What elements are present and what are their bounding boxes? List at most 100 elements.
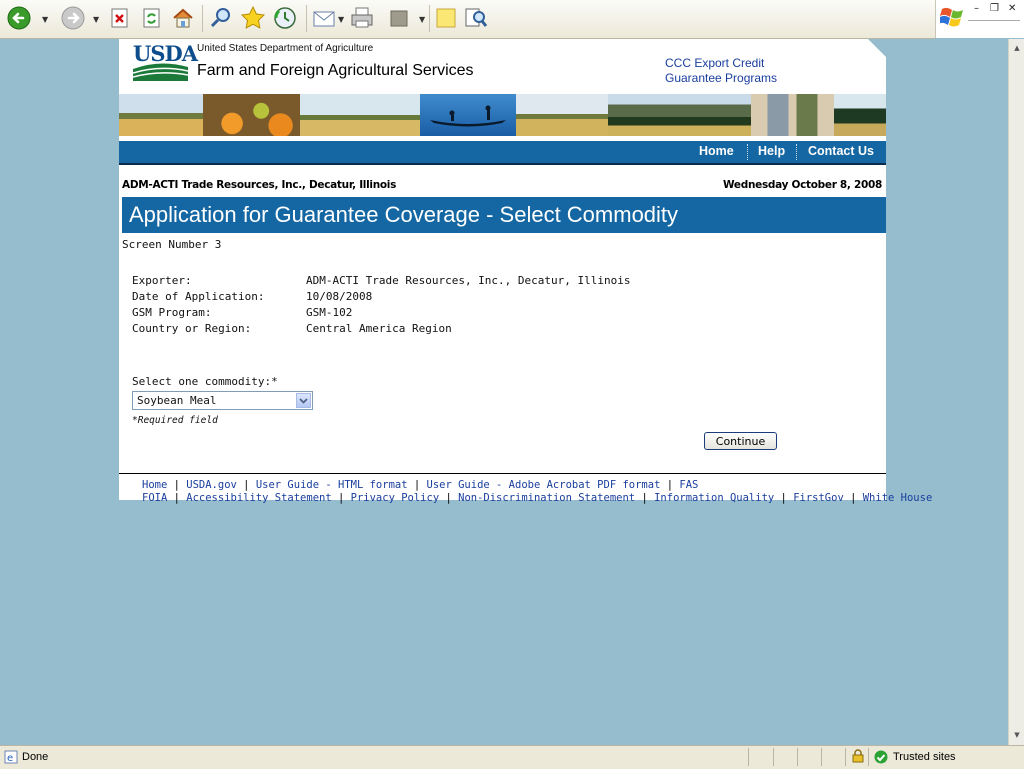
mail-icon [313,11,335,27]
site-title: Farm and Foreign Agricultural Services [197,62,474,79]
exporter-context: ADM-ACTI Trade Resources, Inc., Decatur,… [122,179,397,191]
application-date-label: Date of Application: [132,290,265,303]
screen-number: Screen Number 3 [122,238,222,251]
application-date-value: 10/08/2008 [306,290,373,303]
usda-logo[interactable]: USDA [133,41,198,81]
banner-photo-fruit [203,94,300,136]
stop-button[interactable] [107,5,133,31]
printer-icon [351,7,373,28]
windows-flag-icon [940,7,963,27]
footer-accessibility-link[interactable]: Accessibility Statement [186,492,331,504]
stop-icon [111,8,128,28]
footer-whitehouse-link[interactable]: White House [863,492,933,504]
site-header: USDA United States Department of Agricul… [119,39,886,94]
forward-arrow-icon [61,6,85,30]
page-container: USDA United States Department of Agricul… [119,39,932,504]
page-title: Application for Guarantee Coverage - Sel… [129,202,679,227]
header-corner-cut [868,39,886,57]
banner-photo-forest [834,94,886,136]
print-button[interactable] [350,5,376,31]
history-icon [274,7,296,29]
footer-nondiscrimination-link[interactable]: Non-Discrimination Statement [458,492,635,504]
page-title-bar: Application for Guarantee Coverage - Sel… [122,197,886,233]
forward-dropdown-icon[interactable]: ▼ [93,15,99,24]
discuss-button[interactable] [433,5,459,31]
ccc-programs-link[interactable]: CCC Export Credit Guarantee Programs [665,56,777,86]
current-date: Wednesday October 8, 2008 [723,179,882,191]
edit-page-icon [390,10,408,27]
close-icon[interactable]: ✕ [1008,3,1016,14]
back-arrow-icon [7,6,31,30]
refresh-icon [143,8,160,28]
edit-button[interactable] [386,5,412,31]
scroll-down-icon[interactable]: ▼ [1010,728,1024,742]
edit-dropdown-icon[interactable]: ▼ [419,15,425,24]
footer-info-quality-link[interactable]: Information Quality [654,492,774,504]
department-name: United States Department of Agriculture [197,43,374,54]
note-icon [436,8,456,28]
chevron-down-icon [299,397,308,404]
trusted-check-icon [874,750,888,764]
scroll-up-icon[interactable]: ▲ [1010,41,1024,55]
restore-icon[interactable]: ❐ [990,3,999,14]
canoe-icon [430,105,506,127]
nav-contact-link[interactable]: Contact Us [808,144,874,158]
footer-links-row2: FOIA | Accessibility Statement | Privacy… [142,492,933,504]
forward-button[interactable] [60,5,86,31]
footer-divider [119,473,886,474]
refresh-button[interactable] [139,5,165,31]
search-button[interactable] [208,5,234,31]
status-bar: e Done Trusted sites [0,745,1024,769]
commodity-selected-value: Soybean Meal [137,394,217,407]
banner-photo-farmland [516,94,598,136]
nav-home-link[interactable]: Home [699,144,734,158]
back-button[interactable] [6,5,32,31]
footer-home-link[interactable]: Home [142,479,167,491]
back-dropdown-icon[interactable]: ▼ [42,15,48,24]
nav-bar: Home Help Contact Us [119,141,886,165]
mail-button[interactable] [312,5,338,31]
exporter-label: Exporter: [132,274,192,287]
star-icon [240,5,266,29]
footer-privacy-link[interactable]: Privacy Policy [351,492,440,504]
banner-photo-plain [300,94,420,136]
windows-logo-area: – ❐ ✕ [935,0,1024,38]
history-button[interactable] [272,5,298,31]
minimize-icon[interactable]: – [974,3,979,14]
home-button[interactable] [170,5,196,31]
photo-banner [119,94,886,136]
footer-user-guide-html-link[interactable]: User Guide - HTML format [256,479,408,491]
mail-dropdown-icon[interactable]: ▼ [338,15,344,24]
footer-links-row1: Home | USDA.gov | User Guide - HTML form… [142,479,699,491]
research-icon [465,8,488,27]
usda-hills-icon [133,63,188,81]
favorites-button[interactable] [240,5,266,31]
required-field-note: *Required field [132,415,218,426]
exporter-value: ADM-ACTI Trade Resources, Inc., Decatur,… [306,274,631,287]
commodity-select[interactable]: Soybean Meal [132,391,313,410]
footer-user-guide-pdf-link[interactable]: User Guide - Adobe Acrobat PDF format [427,479,661,491]
security-zone: Trusted sites [893,751,956,763]
continue-button[interactable]: Continue [704,432,777,450]
select-dropdown-arrow[interactable] [296,393,311,408]
footer-fas-link[interactable]: FAS [679,479,698,491]
banner-photo-canoe [420,94,516,136]
gsm-program-label: GSM Program: [132,306,212,319]
ie-page-icon: e [4,750,18,764]
banner-photo-farmers [751,94,834,136]
footer-usda-link[interactable]: USDA.gov [186,479,237,491]
country-region-label: Country or Region: [132,322,252,335]
research-button[interactable] [463,5,489,31]
banner-photo-field [119,94,203,136]
ccc-link-line1[interactable]: CCC Export Credit [665,56,777,71]
country-region-value: Central America Region [306,322,452,335]
status-text: Done [22,751,49,763]
commodity-select-label: Select one commodity:* [132,375,278,388]
lock-icon [852,749,864,763]
footer-firstgov-link[interactable]: FirstGov [793,492,844,504]
ccc-link-line2[interactable]: Guarantee Programs [665,71,777,86]
nav-help-link[interactable]: Help [758,144,785,158]
search-icon [210,8,230,28]
vertical-scrollbar[interactable]: ▲ ▼ [1008,39,1024,745]
footer-foia-link[interactable]: FOIA [142,492,167,504]
